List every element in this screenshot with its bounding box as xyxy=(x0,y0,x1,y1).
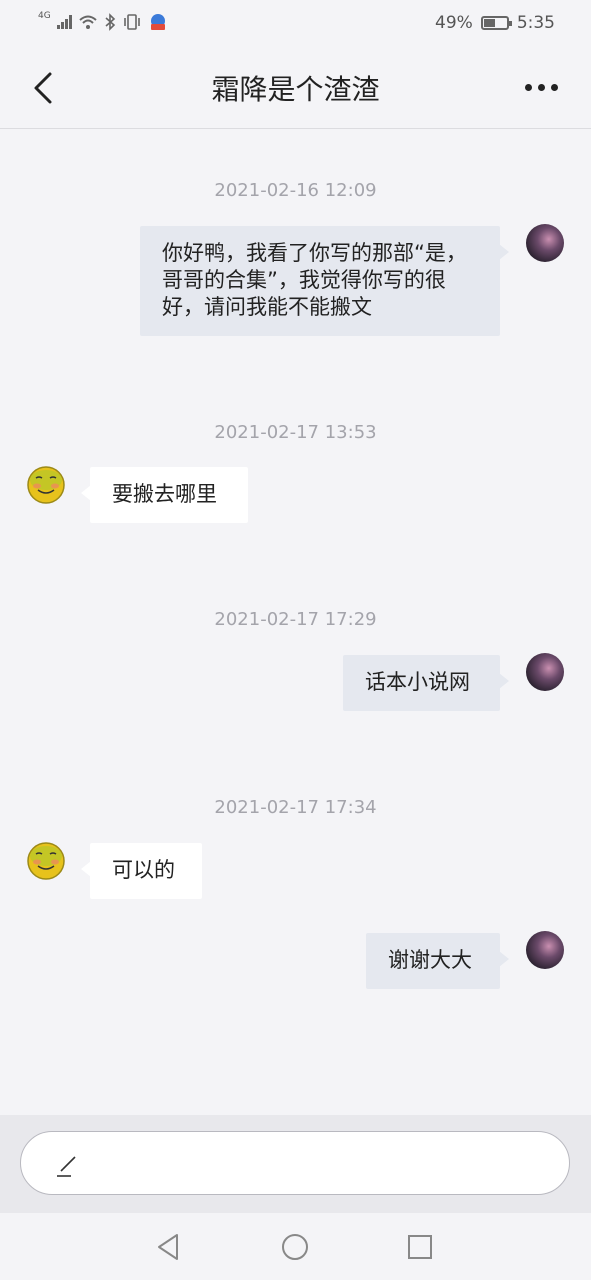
vibrate-icon xyxy=(123,14,140,30)
message-bubble-incoming[interactable]: 要搬去哪里 xyxy=(81,467,248,523)
message-bubble-outgoing[interactable]: 谢谢大大 xyxy=(366,933,509,989)
more-icon[interactable] xyxy=(521,72,561,102)
back-triangle-icon[interactable] xyxy=(153,1231,185,1263)
system-navigation-bar xyxy=(0,1213,591,1280)
wifi-icon xyxy=(79,15,97,29)
my-avatar[interactable] xyxy=(526,653,564,691)
message-timestamp: 2021-02-17 17:29 xyxy=(214,609,377,630)
message-bubble-outgoing[interactable]: 话本小说网 xyxy=(343,655,509,711)
contact-avatar[interactable] xyxy=(26,840,66,880)
pen-icon xyxy=(57,1156,76,1177)
message-bubble-incoming[interactable]: 可以的 xyxy=(81,843,202,899)
clock: 5:35 xyxy=(516,13,555,33)
network-type-label: 4G xyxy=(38,11,51,21)
message-input[interactable] xyxy=(20,1131,570,1195)
chat-header: 霜降是个渣渣 xyxy=(0,48,591,129)
message-timestamp: 2021-02-17 17:34 xyxy=(214,797,377,818)
message-timestamp: 2021-02-17 13:53 xyxy=(214,422,377,443)
battery-fill xyxy=(483,19,495,27)
battery-icon xyxy=(480,16,512,30)
my-avatar[interactable] xyxy=(526,224,564,262)
battery-percent: 49% xyxy=(435,13,473,33)
composer-bar xyxy=(0,1115,591,1213)
contact-avatar[interactable] xyxy=(26,464,66,504)
message-timestamp: 2021-02-16 12:09 xyxy=(214,180,377,201)
recents-square-icon[interactable] xyxy=(404,1231,436,1263)
app-notification-icon xyxy=(150,14,165,30)
page-title: 霜降是个渣渣 xyxy=(211,73,380,106)
signal-icon xyxy=(56,15,72,29)
home-circle-icon[interactable] xyxy=(279,1231,311,1263)
my-avatar[interactable] xyxy=(526,931,564,969)
status-icons-left: 4G xyxy=(38,11,168,32)
message-bubble-outgoing[interactable]: 你好鸭，我看了你写的那部“是，哥哥的合集”，我觉得你写的很好，请问我能不能搬文 xyxy=(140,226,509,336)
bluetooth-icon xyxy=(105,13,115,31)
status-bar: 4G 49% 5:35 xyxy=(0,0,591,48)
status-icons-right: 49% 5:35 xyxy=(435,13,555,33)
